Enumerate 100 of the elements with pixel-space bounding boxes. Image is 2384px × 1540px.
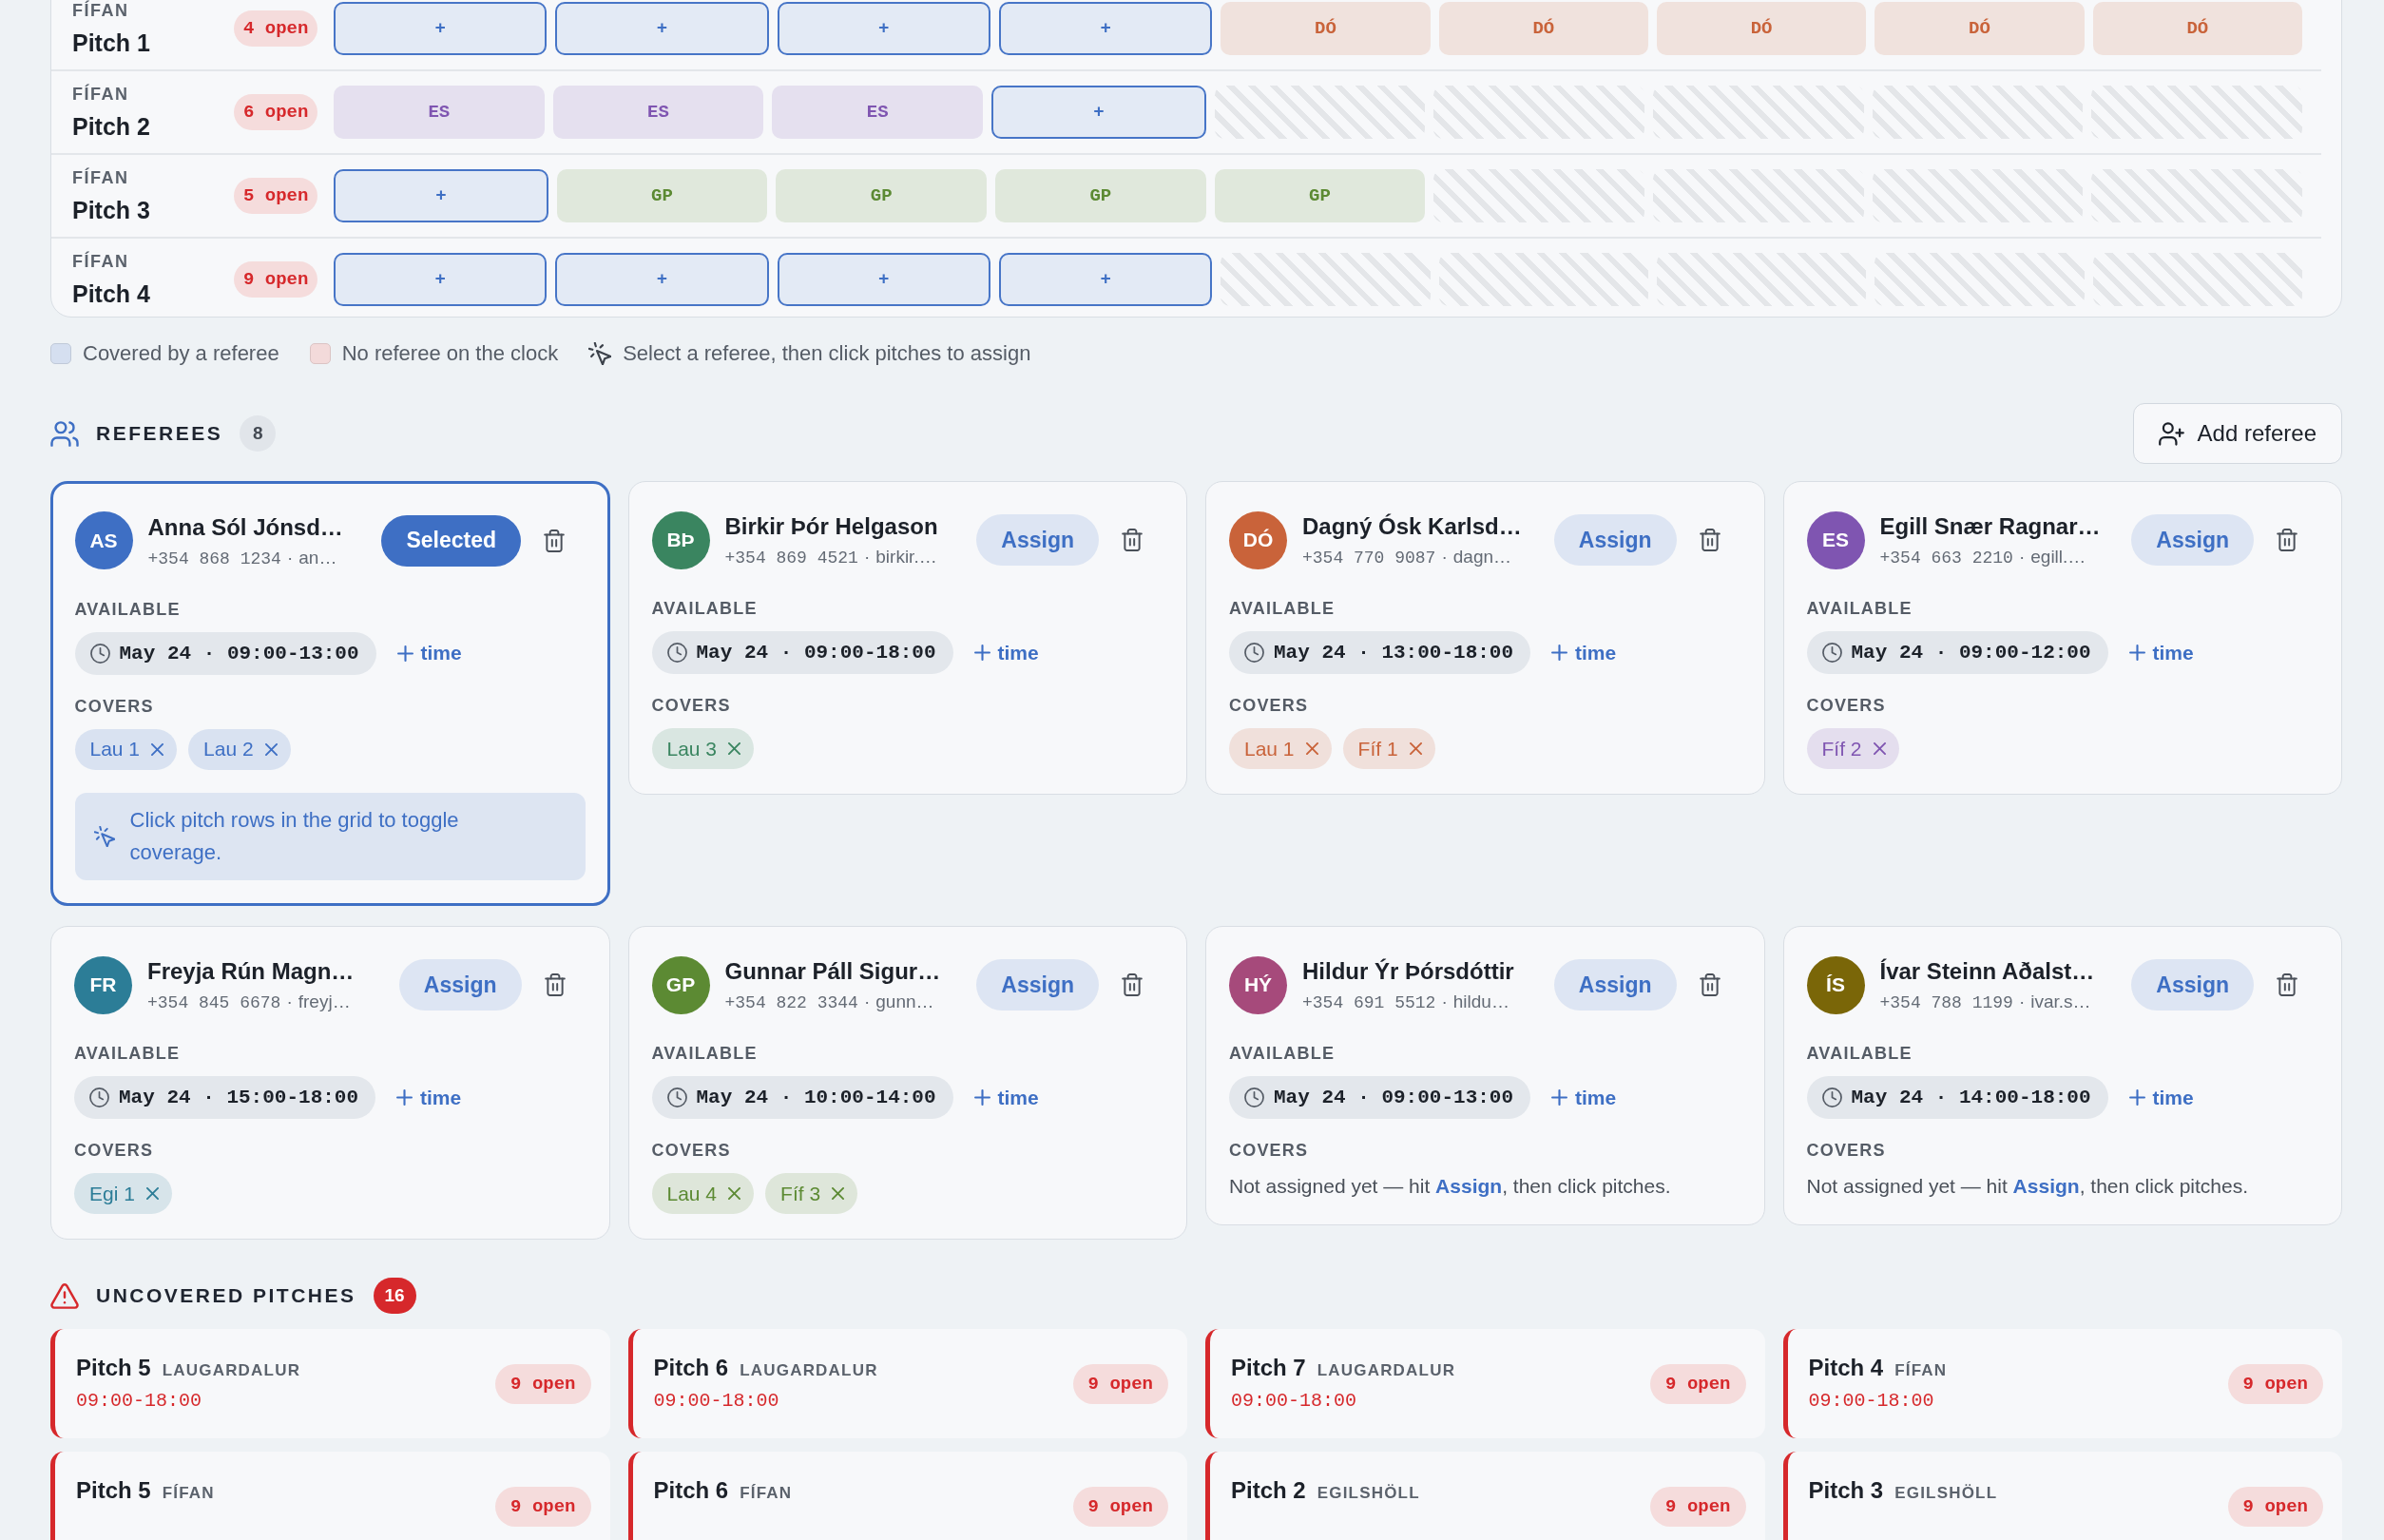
grid-slot[interactable]: GP <box>776 169 987 222</box>
grid-slot[interactable]: + <box>999 2 1213 55</box>
phone-number: +354 869 4521 <box>724 549 858 568</box>
coverage-tag[interactable]: Lau 2 <box>188 728 291 770</box>
grid-slot[interactable]: ES <box>552 86 764 139</box>
open-count-badge: 9 open <box>1072 1486 1168 1527</box>
grid-slot[interactable]: GP <box>556 169 768 222</box>
pitch-name: Pitch 4 <box>1808 1354 1884 1382</box>
pitch-name: Pitch 2 <box>72 112 150 141</box>
time-chip[interactable]: May 24 · 15:00-18:00 <box>74 1076 376 1119</box>
grid-slot[interactable]: DÓ <box>1438 2 1648 55</box>
close-icon[interactable] <box>151 742 164 756</box>
add-time-link[interactable]: time <box>2128 641 2194 664</box>
assign-button[interactable]: Assign <box>1553 959 1677 1011</box>
add-time-link[interactable]: time <box>973 1086 1039 1109</box>
close-icon[interactable] <box>728 1187 741 1200</box>
time-chip[interactable]: May 24 · 14:00-18:00 <box>1806 1076 2108 1119</box>
grid-slot[interactable]: DÓ <box>1875 2 2085 55</box>
trash-icon[interactable] <box>1699 529 1721 551</box>
coverage-tag[interactable]: Fíf 2 <box>1806 728 1899 769</box>
grid-slot[interactable]: DÓ <box>1656 2 1867 55</box>
trash-icon[interactable] <box>1122 973 1143 996</box>
pitch-name: Pitch 3 <box>72 196 150 224</box>
pitch-name: Pitch 7 <box>1231 1354 1306 1382</box>
email-address: freyj… <box>298 991 351 1012</box>
close-icon[interactable] <box>1873 742 1886 755</box>
separator: · <box>1441 547 1448 568</box>
close-icon[interactable] <box>728 742 741 755</box>
time-chip[interactable]: May 24 · 09:00-12:00 <box>1806 631 2108 674</box>
add-time-link[interactable]: time <box>1551 641 1617 664</box>
venue-label: FÍFAN <box>72 0 129 21</box>
time-chip[interactable]: May 24 · 09:00-13:00 <box>1229 1076 1531 1119</box>
grid-slot[interactable]: + <box>777 253 990 306</box>
grid-slot[interactable]: + <box>777 2 990 55</box>
users-icon <box>50 420 79 447</box>
coverage-tag[interactable]: Egi 1 <box>74 1173 172 1214</box>
time-chip[interactable]: May 24 · 13:00-18:00 <box>1229 631 1531 674</box>
trash-icon[interactable] <box>544 529 565 552</box>
pitch-name: Pitch 3 <box>1808 1476 1884 1505</box>
add-time-link[interactable]: time <box>2128 1086 2194 1109</box>
grid-slot[interactable]: GP <box>995 169 1206 222</box>
plus-icon <box>973 1089 990 1106</box>
assign-button[interactable]: Assign <box>398 959 522 1011</box>
open-count-badge: 9 open <box>2227 1363 2323 1404</box>
coverage-tag[interactable]: Fíf 3 <box>765 1173 858 1214</box>
phone-number: +354 691 5512 <box>1302 993 1436 1012</box>
add-referee-button[interactable]: Add referee <box>2132 403 2342 464</box>
assign-button[interactable]: Assign <box>2131 514 2254 566</box>
time-range: 09:00-18:00 <box>1231 1390 1357 1413</box>
email-address: hildu… <box>1452 991 1509 1012</box>
time-range: 09:00-18:00 <box>653 1390 779 1413</box>
close-icon[interactable] <box>832 1187 845 1200</box>
time-chip[interactable]: May 24 · 09:00-18:00 <box>651 631 953 674</box>
trash-icon[interactable] <box>1122 529 1143 551</box>
grid-slot[interactable]: + <box>334 2 548 55</box>
add-time-link[interactable]: time <box>396 1086 462 1109</box>
add-time-link[interactable]: time <box>973 641 1039 664</box>
coverage-tag[interactable]: Lau 1 <box>74 728 178 770</box>
time-chip[interactable]: May 24 · 10:00-14:00 <box>651 1076 953 1119</box>
coverage-tag[interactable]: Fíf 1 <box>1342 728 1435 769</box>
time-range: 09:00-18:00 <box>1808 1390 1934 1413</box>
trash-icon[interactable] <box>2277 529 2297 551</box>
grid-slot[interactable]: + <box>334 253 548 306</box>
grid-slot[interactable]: DÓ <box>1221 2 1431 55</box>
close-icon[interactable] <box>264 742 278 756</box>
grid-slot[interactable]: DÓ <box>2092 2 2302 55</box>
pitch-name: Pitch 6 <box>653 1476 729 1505</box>
plus-icon <box>396 645 413 662</box>
time-chip[interactable]: May 24 · 09:00-13:00 <box>74 631 376 675</box>
grid-slot[interactable]: + <box>555 253 769 306</box>
pitch-name: Pitch 6 <box>653 1354 729 1382</box>
assign-button[interactable]: Assign <box>976 514 1099 566</box>
coverage-tag[interactable]: Lau 1 <box>1229 728 1332 769</box>
grid-slot[interactable]: + <box>999 253 1213 306</box>
assign-button[interactable]: Assign <box>2131 959 2254 1011</box>
separator: · <box>286 547 294 568</box>
selected-button[interactable]: Selected <box>381 514 521 567</box>
coverage-tag[interactable]: Lau 3 <box>651 728 755 769</box>
assign-button[interactable]: Assign <box>976 959 1099 1011</box>
grid-slot[interactable]: ES <box>334 86 545 139</box>
close-icon[interactable] <box>1409 742 1422 755</box>
grid-slot[interactable]: + <box>991 86 1206 139</box>
add-time-link[interactable]: time <box>1551 1086 1617 1109</box>
avatar: DÓ <box>1229 510 1287 569</box>
open-count-badge: 9 open <box>234 261 318 298</box>
add-time-link[interactable]: time <box>396 642 462 664</box>
assign-button[interactable]: Assign <box>1553 514 1677 566</box>
grid-slot[interactable]: ES <box>772 86 983 139</box>
grid-slot[interactable]: + <box>334 169 548 222</box>
grid-slot[interactable]: GP <box>1214 169 1426 222</box>
section-label: AVAILABLE <box>651 1045 758 1063</box>
trash-icon[interactable] <box>544 973 566 996</box>
close-icon[interactable] <box>145 1187 159 1200</box>
trash-icon[interactable] <box>1699 973 1721 996</box>
grid-slot[interactable]: + <box>555 2 769 55</box>
trash-icon[interactable] <box>2277 973 2297 996</box>
section-label: AVAILABLE <box>1229 600 1336 618</box>
close-icon[interactable] <box>1305 742 1318 755</box>
coverage-tag[interactable]: Lau 4 <box>651 1173 755 1214</box>
referee-name: Ívar Steinn Aðalst… <box>1879 957 2095 986</box>
